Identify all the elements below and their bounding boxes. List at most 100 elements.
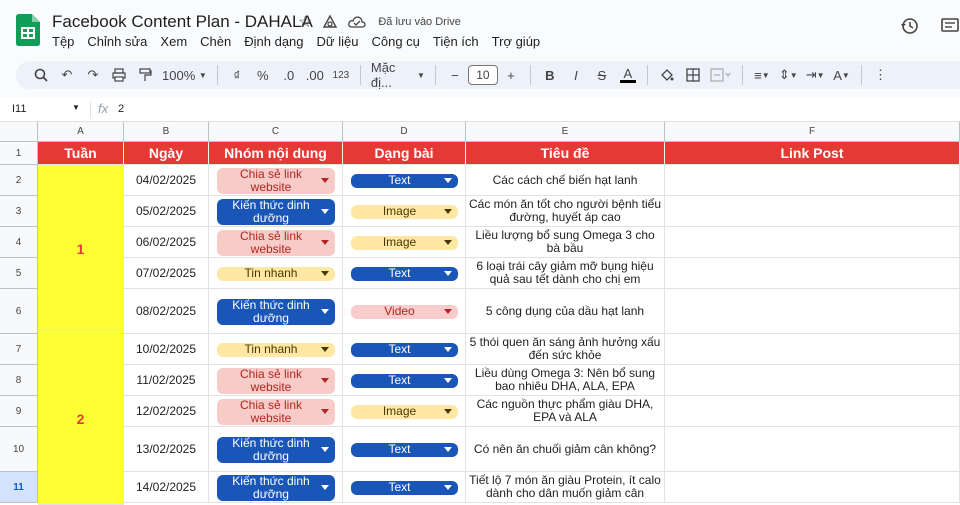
row-header-2[interactable]: 2 (0, 165, 38, 196)
date-cell[interactable]: 06/02/2025 (124, 227, 209, 258)
link-post-cell[interactable] (665, 365, 960, 396)
type-dropdown-chip[interactable]: Text (351, 342, 458, 357)
group-dropdown-chip[interactable]: Kiến thức dinh dưỡng (217, 298, 335, 325)
comments-icon[interactable] (940, 16, 960, 36)
type-dropdown-chip[interactable]: Image (351, 404, 458, 419)
group-dropdown-chip[interactable]: Chia sẻ link website (217, 398, 335, 425)
menu-insert[interactable]: Chèn (200, 34, 231, 49)
decrease-font-size-button[interactable]: − (442, 63, 468, 87)
link-post-cell[interactable] (665, 427, 960, 472)
row-header-11[interactable]: 11 (0, 472, 38, 503)
link-post-cell[interactable] (665, 472, 960, 503)
percent-format-button[interactable]: % (250, 63, 276, 87)
group-dropdown-chip[interactable]: Kiến thức dinh dưỡng (217, 198, 335, 225)
row-header-7[interactable]: 7 (0, 334, 38, 365)
date-cell[interactable]: 08/02/2025 (124, 289, 209, 334)
type-dropdown-chip[interactable]: Text (351, 173, 458, 188)
type-dropdown-chip[interactable]: Text (351, 266, 458, 281)
undo-icon[interactable]: ↶ (54, 63, 80, 87)
text-rotation-icon[interactable]: A ▼ (829, 63, 855, 87)
row-header-10[interactable]: 10 (0, 427, 38, 472)
group-dropdown-chip[interactable]: Kiến thức dinh dưỡng (217, 474, 335, 501)
menu-view[interactable]: Xem (160, 34, 187, 49)
title-cell[interactable]: Có nên ăn chuối giảm cân không? (466, 427, 665, 472)
star-icon[interactable]: ☆ (298, 12, 312, 32)
group-dropdown-chip[interactable]: Tin nhanh (217, 266, 335, 281)
increase-decimal-button[interactable]: .00 (302, 63, 328, 87)
type-dropdown-chip[interactable]: Image (351, 204, 458, 219)
link-post-cell[interactable] (665, 289, 960, 334)
group-dropdown-chip[interactable]: Kiến thức dinh dưỡng (217, 436, 335, 463)
header-cell[interactable]: Nhóm nội dung (209, 142, 343, 165)
cloud-saved-icon[interactable] (348, 15, 366, 29)
date-cell[interactable]: 12/02/2025 (124, 396, 209, 427)
week-cell[interactable]: 2 (38, 334, 124, 505)
link-post-cell[interactable] (665, 334, 960, 365)
strikethrough-button[interactable]: S (589, 63, 615, 87)
column-header-f[interactable]: F (665, 122, 960, 142)
title-cell[interactable]: Các nguồn thực phẩm giàu DHA, EPA và ALA (466, 396, 665, 427)
type-dropdown-chip[interactable]: Text (351, 373, 458, 388)
row-header-6[interactable]: 6 (0, 289, 38, 334)
number-format-button[interactable]: 123 (328, 63, 354, 87)
vertical-align-icon[interactable]: ⇕ ▼ (775, 63, 802, 87)
date-cell[interactable]: 04/02/2025 (124, 165, 209, 196)
type-dropdown-chip[interactable]: Image (351, 235, 458, 250)
group-dropdown-chip[interactable]: Chia sẻ link website (217, 367, 335, 394)
currency-format-button[interactable]: ₫ (224, 63, 250, 87)
link-post-cell[interactable] (665, 227, 960, 258)
group-dropdown-chip[interactable]: Tin nhanh (217, 342, 335, 357)
column-header-c[interactable]: C (209, 122, 343, 142)
link-post-cell[interactable] (665, 165, 960, 196)
menu-help[interactable]: Trợ giúp (492, 34, 541, 49)
menu-format[interactable]: Định dạng (244, 34, 303, 49)
row-header-3[interactable]: 3 (0, 196, 38, 227)
row-header-8[interactable]: 8 (0, 365, 38, 396)
search-menus-icon[interactable] (28, 63, 54, 87)
row-header-1[interactable]: 1 (0, 142, 38, 165)
column-header-a[interactable]: A (38, 122, 124, 142)
decrease-decimal-button[interactable]: .0 (276, 63, 302, 87)
name-box[interactable]: I11 (12, 103, 26, 115)
title-cell[interactable]: Liều lượng bổ sung Omega 3 cho bà bầu (466, 227, 665, 258)
column-header-b[interactable]: B (124, 122, 209, 142)
date-cell[interactable]: 07/02/2025 (124, 258, 209, 289)
paint-format-icon[interactable] (132, 63, 158, 87)
borders-icon[interactable] (680, 63, 706, 87)
type-dropdown-chip[interactable]: Text (351, 480, 458, 495)
row-header-9[interactable]: 9 (0, 396, 38, 427)
history-icon[interactable] (900, 16, 920, 36)
header-cell[interactable]: Tiêu đề (466, 142, 665, 165)
bold-button[interactable]: B (537, 63, 563, 87)
title-cell[interactable]: Tiết lộ 7 món ăn giàu Protein, ít calo d… (466, 472, 665, 503)
sheets-logo-icon[interactable] (16, 14, 40, 46)
header-cell[interactable]: Tuần (38, 142, 124, 165)
type-dropdown-chip[interactable]: Video (351, 304, 458, 319)
header-cell[interactable]: Ngày (124, 142, 209, 165)
menu-file[interactable]: Tệp (52, 34, 74, 49)
menu-edit[interactable]: Chỉnh sửa (87, 34, 147, 49)
spreadsheet-grid[interactable]: A B C D E F 1 2 3 4 5 6 7 8 9 10 11 Tuần Ngày Nhóm nội dung… (0, 122, 960, 505)
row-header-5[interactable]: 5 (0, 258, 38, 289)
week-cell[interactable]: 1 (38, 165, 124, 334)
redo-icon[interactable]: ↷ (80, 63, 106, 87)
group-dropdown-chip[interactable]: Chia sẻ link website (217, 229, 335, 256)
header-cell[interactable]: Dạng bài (343, 142, 466, 165)
menu-extensions[interactable]: Tiện ích (433, 34, 479, 49)
date-cell[interactable]: 05/02/2025 (124, 196, 209, 227)
menu-tools[interactable]: Công cụ (371, 34, 419, 49)
title-cell[interactable]: Các món ăn tốt cho người bệnh tiểu đường… (466, 196, 665, 227)
more-options-icon[interactable]: ⋮ (868, 63, 894, 87)
date-cell[interactable]: 11/02/2025 (124, 365, 209, 396)
header-cell[interactable]: Link Post (665, 142, 960, 165)
italic-button[interactable]: I (563, 63, 589, 87)
title-cell[interactable]: Các cách chế biến hạt lanh (466, 165, 665, 196)
date-cell[interactable]: 13/02/2025 (124, 427, 209, 472)
font-select[interactable]: Mặc đị... ▼ (367, 60, 429, 90)
merge-cells-icon[interactable] (706, 63, 736, 87)
fill-color-icon[interactable] (654, 63, 680, 87)
title-cell[interactable]: 5 công dụng của dầu hạt lanh (466, 289, 665, 334)
increase-font-size-button[interactable]: + (498, 63, 524, 87)
row-header-4[interactable]: 4 (0, 227, 38, 258)
print-icon[interactable] (106, 63, 132, 87)
